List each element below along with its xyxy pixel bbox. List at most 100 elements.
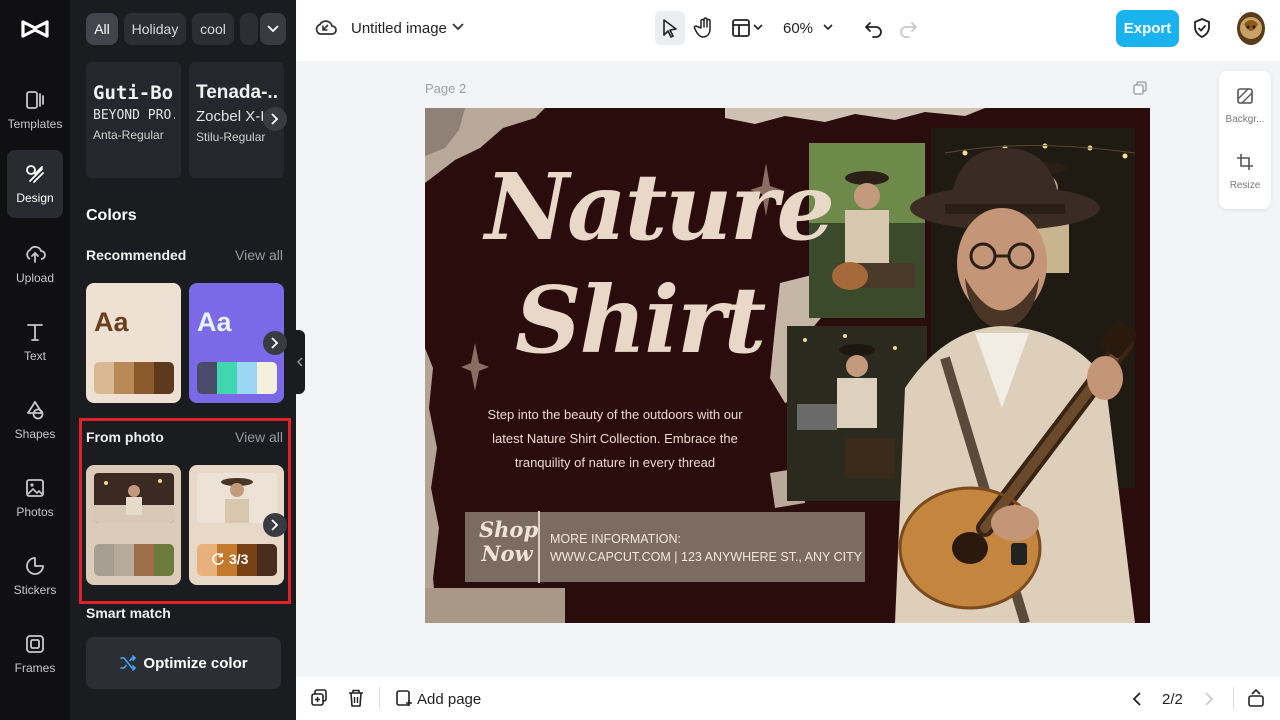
bar-divider bbox=[1233, 687, 1234, 709]
fonts-next-button[interactable] bbox=[263, 107, 287, 131]
export-button[interactable]: Export bbox=[1116, 10, 1179, 47]
add-page-button[interactable]: Add page bbox=[417, 691, 481, 708]
chevron-right-icon bbox=[271, 519, 279, 531]
recommended-view-all[interactable]: View all bbox=[235, 247, 283, 263]
now-text: Now bbox=[481, 541, 533, 566]
templates-icon bbox=[26, 91, 44, 109]
body-copy[interactable]: Step into the beauty of the outdoors wit… bbox=[475, 403, 755, 475]
page-label: Page 2 bbox=[425, 81, 467, 96]
background-tool[interactable]: Backgr... bbox=[1219, 87, 1271, 125]
from-photo-title: From photo bbox=[86, 429, 164, 445]
optimize-color-button[interactable]: Optimize color bbox=[86, 637, 281, 689]
palette-sample: Aa bbox=[94, 307, 129, 337]
cloud-sync-icon[interactable] bbox=[314, 16, 338, 40]
side-tools-panel: Backgr... Resize bbox=[1219, 71, 1271, 209]
user-avatar[interactable] bbox=[1237, 12, 1265, 45]
headline-shirt[interactable]: Shirt bbox=[515, 266, 766, 374]
font-name: Guti-Bo... bbox=[93, 82, 175, 104]
rail-photos[interactable]: Photos bbox=[7, 464, 63, 532]
font-name: Tenada-... bbox=[196, 82, 278, 103]
rail-templates[interactable]: Templates bbox=[7, 76, 63, 144]
more-info-label: MORE INFORMATION: bbox=[550, 532, 682, 546]
headline-nature[interactable]: Nature bbox=[485, 153, 835, 261]
document-title[interactable]: Untitled image bbox=[351, 20, 447, 37]
rail-label: Design bbox=[16, 191, 54, 205]
page-counter: 2/2 bbox=[1162, 691, 1183, 708]
chevron-down-icon[interactable] bbox=[822, 21, 834, 33]
more-info-text[interactable]: MORE INFORMATION: WWW.CAPCUT.COM | 123 A… bbox=[550, 530, 862, 566]
bottom-bar: Add page 2/2 bbox=[296, 677, 1280, 720]
chip-holiday[interactable]: Holiday bbox=[124, 13, 186, 45]
zoom-level[interactable]: 60% bbox=[783, 20, 813, 37]
chip-cool[interactable]: cool bbox=[192, 13, 234, 45]
resize-tool[interactable]: Resize bbox=[1219, 153, 1271, 191]
duplicate-icon[interactable] bbox=[310, 689, 328, 707]
select-tool[interactable] bbox=[655, 11, 685, 45]
chip-overflow[interactable] bbox=[240, 13, 258, 45]
design-canvas[interactable]: Nature Shirt Step into the beauty of the… bbox=[425, 108, 1150, 623]
prev-page-icon[interactable] bbox=[1132, 691, 1142, 707]
rail-label: Text bbox=[23, 349, 46, 363]
redo-icon[interactable] bbox=[896, 16, 920, 40]
palette-card-warm[interactable]: Aa bbox=[86, 283, 181, 403]
cursor-icon bbox=[663, 19, 677, 38]
rail-label: Frames bbox=[14, 661, 56, 675]
next-page-icon[interactable] bbox=[1204, 691, 1214, 707]
design-icon bbox=[26, 165, 44, 183]
rail-stickers[interactable]: Stickers bbox=[7, 542, 63, 610]
rail-label: Upload bbox=[15, 271, 55, 285]
chevron-left-icon bbox=[297, 357, 303, 367]
contact-line: WWW.CAPCUT.COM | 123 ANYWHERE ST., ANY C… bbox=[550, 550, 863, 564]
refresh-badge[interactable]: 3/3 bbox=[211, 551, 248, 567]
layout-icon[interactable] bbox=[729, 16, 753, 40]
palette-swatches bbox=[197, 362, 277, 394]
upload-icon bbox=[26, 245, 46, 263]
rail-text[interactable]: Text bbox=[7, 308, 63, 376]
expand-pages-icon[interactable] bbox=[1247, 688, 1265, 708]
add-page-icon[interactable] bbox=[395, 689, 413, 707]
from-photo-view-all[interactable]: View all bbox=[235, 429, 283, 445]
photo-palette-card-1[interactable] bbox=[86, 465, 181, 585]
refresh-icon bbox=[212, 553, 224, 565]
chevron-down-icon[interactable] bbox=[451, 20, 465, 34]
collapse-panel-handle[interactable] bbox=[295, 330, 305, 394]
chips-expand-button[interactable] bbox=[260, 13, 286, 45]
rail-label: Templates bbox=[7, 117, 63, 131]
rail-design[interactable]: Design bbox=[7, 150, 63, 218]
colors-title: Colors bbox=[86, 207, 137, 224]
chip-all[interactable]: All bbox=[86, 13, 118, 45]
background-label: Backgr... bbox=[1225, 114, 1265, 125]
shield-check-icon[interactable] bbox=[1190, 16, 1214, 40]
rail-label: Shapes bbox=[14, 427, 56, 441]
rail-upload[interactable]: Upload bbox=[7, 230, 63, 298]
frames-icon bbox=[26, 635, 44, 653]
font-sample: BEYOND PRO... bbox=[93, 108, 175, 123]
undo-icon[interactable] bbox=[862, 16, 886, 40]
rail-shapes[interactable]: Shapes bbox=[7, 386, 63, 454]
left-rail: Templates Design Upload Text Shapes Phot… bbox=[0, 0, 70, 720]
photos-icon bbox=[26, 479, 44, 497]
recommended-next-button[interactable] bbox=[263, 331, 287, 355]
rail-frames[interactable]: Frames bbox=[7, 620, 63, 688]
font-card-guti[interactable]: Guti-Bo... BEYOND PRO... Anta-Regular bbox=[86, 62, 181, 178]
badge-count: 3/3 bbox=[229, 551, 249, 567]
chevron-down-icon bbox=[267, 25, 279, 33]
text-icon bbox=[27, 324, 43, 341]
hand-tool-icon[interactable] bbox=[693, 16, 717, 40]
recommended-title: Recommended bbox=[86, 247, 187, 263]
shapes-icon bbox=[27, 401, 44, 420]
capcut-logo-icon[interactable] bbox=[19, 13, 51, 45]
shop-text: Shop bbox=[479, 517, 539, 542]
photo-thumbnail bbox=[94, 473, 174, 523]
chevron-down-icon[interactable] bbox=[752, 21, 764, 33]
shop-now-label[interactable]: Shop Now bbox=[479, 517, 539, 566]
duplicate-page-icon[interactable] bbox=[1133, 81, 1147, 95]
background-icon bbox=[1237, 88, 1253, 104]
resize-label: Resize bbox=[1229, 180, 1261, 191]
font-subname: Anta-Regular bbox=[93, 128, 164, 142]
smart-match-title: Smart match bbox=[86, 605, 171, 621]
palette-sample: Aa bbox=[197, 307, 232, 337]
chevron-right-icon bbox=[271, 337, 279, 349]
trash-icon[interactable] bbox=[347, 688, 365, 708]
from-photo-next-button[interactable] bbox=[263, 513, 287, 537]
